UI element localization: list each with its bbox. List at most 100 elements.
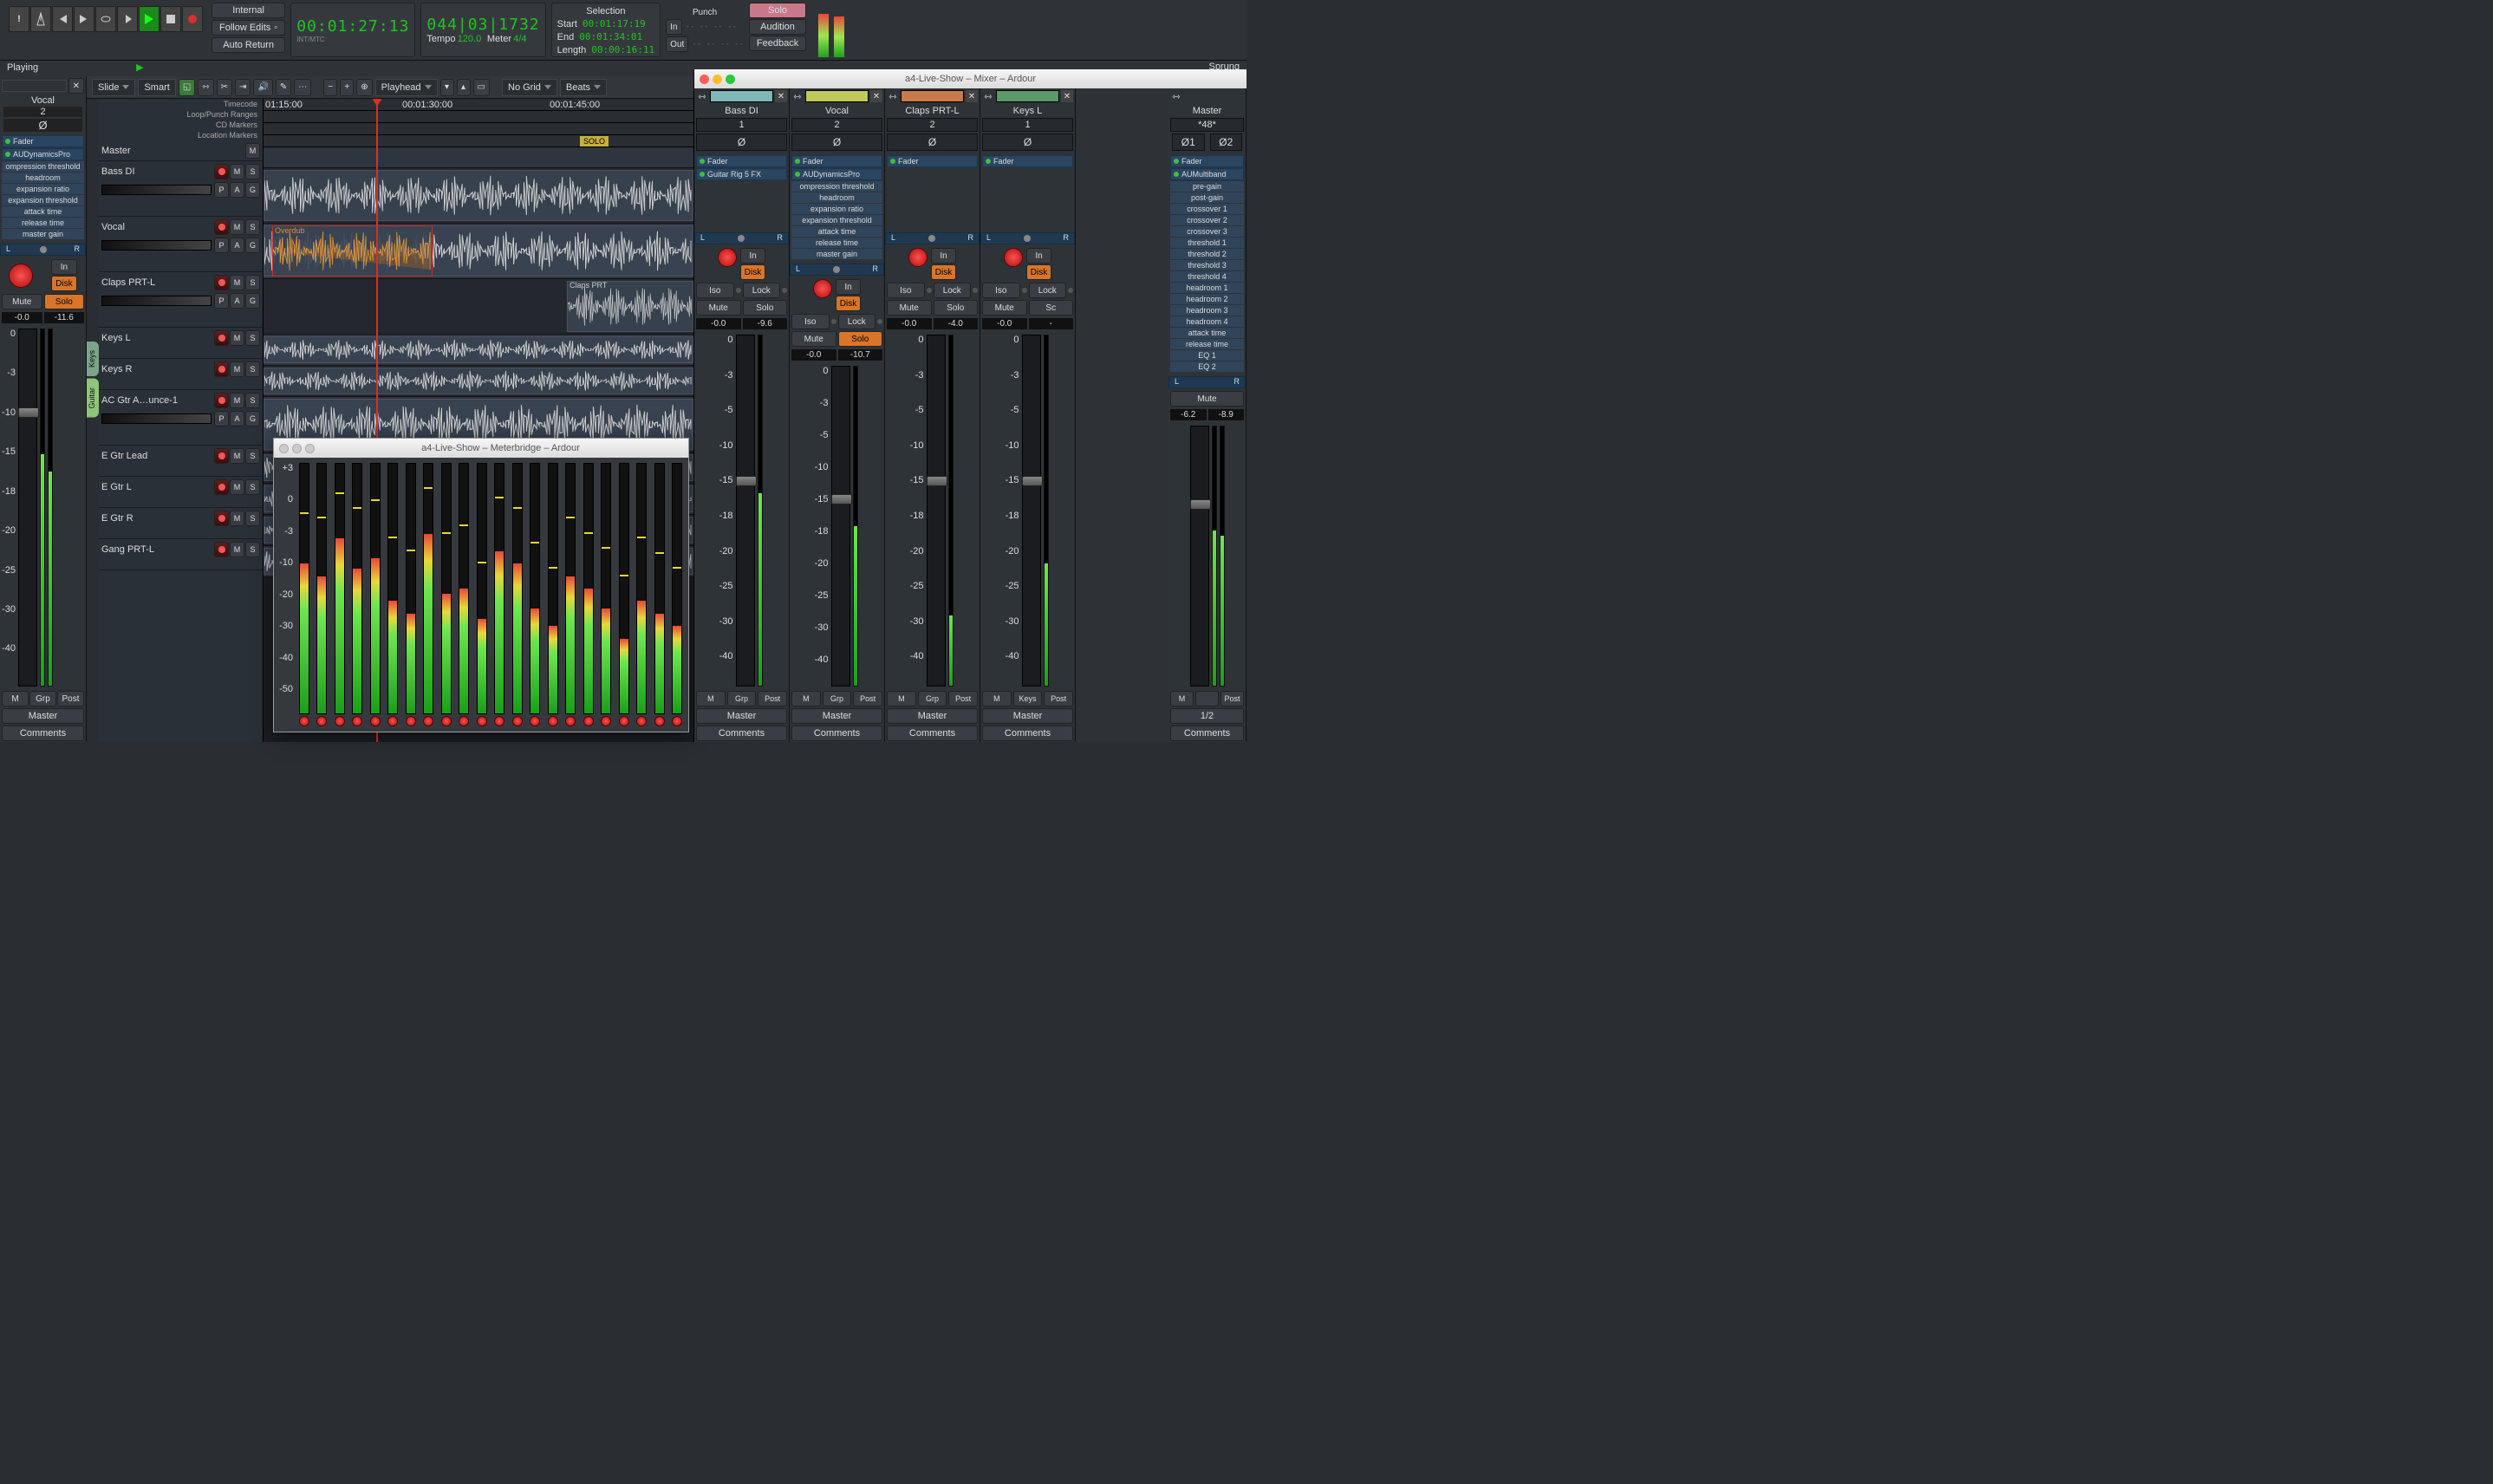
- meter-rec-button[interactable]: [335, 716, 345, 726]
- goto-end-button[interactable]: [74, 6, 94, 32]
- zoom-icon[interactable]: [726, 75, 735, 84]
- snap-mode-select[interactable]: No Grid: [502, 79, 557, 96]
- strip-color-swatch[interactable]: [2, 80, 67, 92]
- channel-fader[interactable]: [1022, 335, 1041, 687]
- mute-button[interactable]: Mute: [887, 300, 932, 316]
- tool-draw-button[interactable]: ✎: [276, 79, 291, 96]
- mute-button[interactable]: Mute: [982, 300, 1027, 316]
- rec-button[interactable]: [1004, 248, 1023, 267]
- rec-button[interactable]: [908, 248, 928, 267]
- meter-rec-button[interactable]: [441, 716, 452, 726]
- strip-output-button[interactable]: Master: [2, 708, 84, 724]
- pan-control[interactable]: LR: [980, 232, 1075, 244]
- strip-in-button[interactable]: In: [51, 259, 76, 275]
- output-button[interactable]: Master: [887, 708, 978, 724]
- play-range-button[interactable]: [117, 6, 138, 32]
- zoom-in-button[interactable]: +: [340, 79, 354, 96]
- loc-ruler[interactable]: SOLO: [264, 135, 693, 147]
- strip-input-count[interactable]: 2: [3, 107, 82, 117]
- fader-plugin[interactable]: Fader: [2, 135, 84, 147]
- meter-rec-button[interactable]: [423, 716, 433, 726]
- strip-phase-button[interactable]: Ø: [3, 119, 82, 132]
- master-mute-button[interactable]: Mute: [1170, 391, 1244, 407]
- mute-button[interactable]: Mute: [696, 300, 741, 316]
- solo-button[interactable]: Solo: [934, 300, 979, 316]
- track-name[interactable]: Keys R: [101, 364, 132, 374]
- phase-button[interactable]: Ø: [887, 133, 978, 151]
- pan-control[interactable]: LR: [694, 232, 789, 244]
- follow-edits-button[interactable]: Follow Edits ◦: [212, 20, 285, 36]
- mixer-strip-name[interactable]: Vocal: [790, 104, 884, 118]
- stop-button[interactable]: [160, 6, 181, 32]
- record-button[interactable]: [182, 6, 203, 32]
- feedback-button[interactable]: Feedback: [749, 36, 806, 51]
- output-button[interactable]: Master: [696, 708, 787, 724]
- track-name[interactable]: AC Gtr A…unce-1: [101, 395, 178, 406]
- group-tab-guitar[interactable]: Guitar: [87, 379, 99, 418]
- meter-rec-button[interactable]: [654, 716, 665, 726]
- track-gain-slider[interactable]: [101, 413, 212, 424]
- punch-out-button[interactable]: Out: [666, 36, 688, 52]
- plugin-box[interactable]: Fader: [980, 153, 1075, 231]
- track-lane[interactable]: [264, 335, 693, 366]
- track-shrink-button[interactable]: ▾: [440, 79, 454, 96]
- track-name[interactable]: Gang PRT-L: [101, 544, 154, 555]
- meter-rec-button[interactable]: [459, 716, 469, 726]
- track-lane[interactable]: Claps PRT: [264, 279, 693, 335]
- loop-ruler[interactable]: [264, 111, 693, 123]
- mixer-strip-name[interactable]: Keys L: [980, 104, 1075, 118]
- strip-plugin-box[interactable]: Fader AUDynamicsPro ompression threshold…: [0, 133, 86, 242]
- solo-button[interactable]: Solo: [743, 300, 788, 316]
- track-name[interactable]: Claps PRT-L: [101, 277, 155, 288]
- pan-control[interactable]: LR: [885, 232, 980, 244]
- meter-rec-button[interactable]: [370, 716, 381, 726]
- track-header[interactable]: E Gtr RMS: [99, 508, 263, 539]
- master-fader[interactable]: [1190, 426, 1209, 687]
- track-name[interactable]: Bass DI: [101, 166, 135, 177]
- meter-rec-button[interactable]: [406, 716, 416, 726]
- meter-rec-button[interactable]: [316, 716, 327, 726]
- meter-rec-button[interactable]: [387, 716, 398, 726]
- track-header[interactable]: Claps PRT-LMSPAG: [99, 272, 263, 328]
- track-name[interactable]: E Gtr R: [101, 513, 133, 524]
- strip-hide-button[interactable]: ✕: [1061, 90, 1073, 102]
- meter-rec-button[interactable]: [619, 716, 629, 726]
- dynamics-plugin[interactable]: AUDynamicsPro: [2, 148, 84, 160]
- tool-cut-button[interactable]: ✂: [217, 79, 232, 96]
- strip-comments-button[interactable]: Comments: [2, 726, 84, 741]
- phase-button[interactable]: Ø: [696, 133, 787, 151]
- timecode-ruler[interactable]: 01:15:00 00:01:30:00 00:01:45:00: [264, 99, 693, 111]
- strip-name[interactable]: Vocal: [0, 95, 86, 106]
- rec-button[interactable]: [718, 248, 737, 267]
- comments-button[interactable]: Comments: [887, 726, 978, 741]
- pan-bar[interactable]: LR: [0, 244, 86, 256]
- channel-fader[interactable]: [736, 335, 755, 687]
- meter-rec-button[interactable]: [672, 716, 682, 726]
- meter-rec-button[interactable]: [565, 716, 576, 726]
- track-lane[interactable]: [264, 147, 693, 168]
- track-gain-slider[interactable]: [101, 185, 212, 195]
- zoom-focus-select[interactable]: Playhead: [375, 79, 438, 96]
- loop-button[interactable]: [95, 6, 116, 32]
- strip-disk-button[interactable]: Disk: [51, 276, 76, 291]
- mixer-titlebar[interactable]: a4-Live-Show – Mixer – Ardour: [694, 69, 1246, 88]
- mixer-window[interactable]: a4-Live-Show – Mixer – Ardour ⇿✕Bass DI1…: [693, 69, 1246, 742]
- mute-button[interactable]: Mute: [791, 331, 836, 347]
- strip-solo-button[interactable]: Solo: [44, 294, 85, 309]
- edit-mode-select[interactable]: Slide: [92, 79, 135, 96]
- strip-hide-button[interactable]: ✕: [775, 90, 787, 102]
- output-button[interactable]: Master: [982, 708, 1073, 724]
- plugin-param[interactable]: master gain: [2, 229, 84, 239]
- track-header[interactable]: VocalMSPAG: [99, 217, 263, 272]
- track-header[interactable]: Keys RMS: [99, 359, 263, 390]
- track-gain-slider[interactable]: [101, 296, 212, 306]
- strip-peak-readout[interactable]: -11.6: [44, 312, 85, 323]
- rec-button[interactable]: [813, 279, 832, 298]
- zoom-out-button[interactable]: −: [323, 79, 337, 96]
- plugin-box[interactable]: FaderAUDynamicsProompression thresholdhe…: [790, 153, 884, 262]
- primary-timecode[interactable]: 00:01:27:13: [296, 17, 409, 36]
- bbt-value[interactable]: 044|03|1732: [426, 16, 539, 34]
- play-button[interactable]: [139, 6, 159, 32]
- master-plugin-box[interactable]: Fader AUMultiband pre-gainpost-gaincross…: [1168, 153, 1246, 374]
- sync-internal-button[interactable]: Internal: [212, 3, 285, 18]
